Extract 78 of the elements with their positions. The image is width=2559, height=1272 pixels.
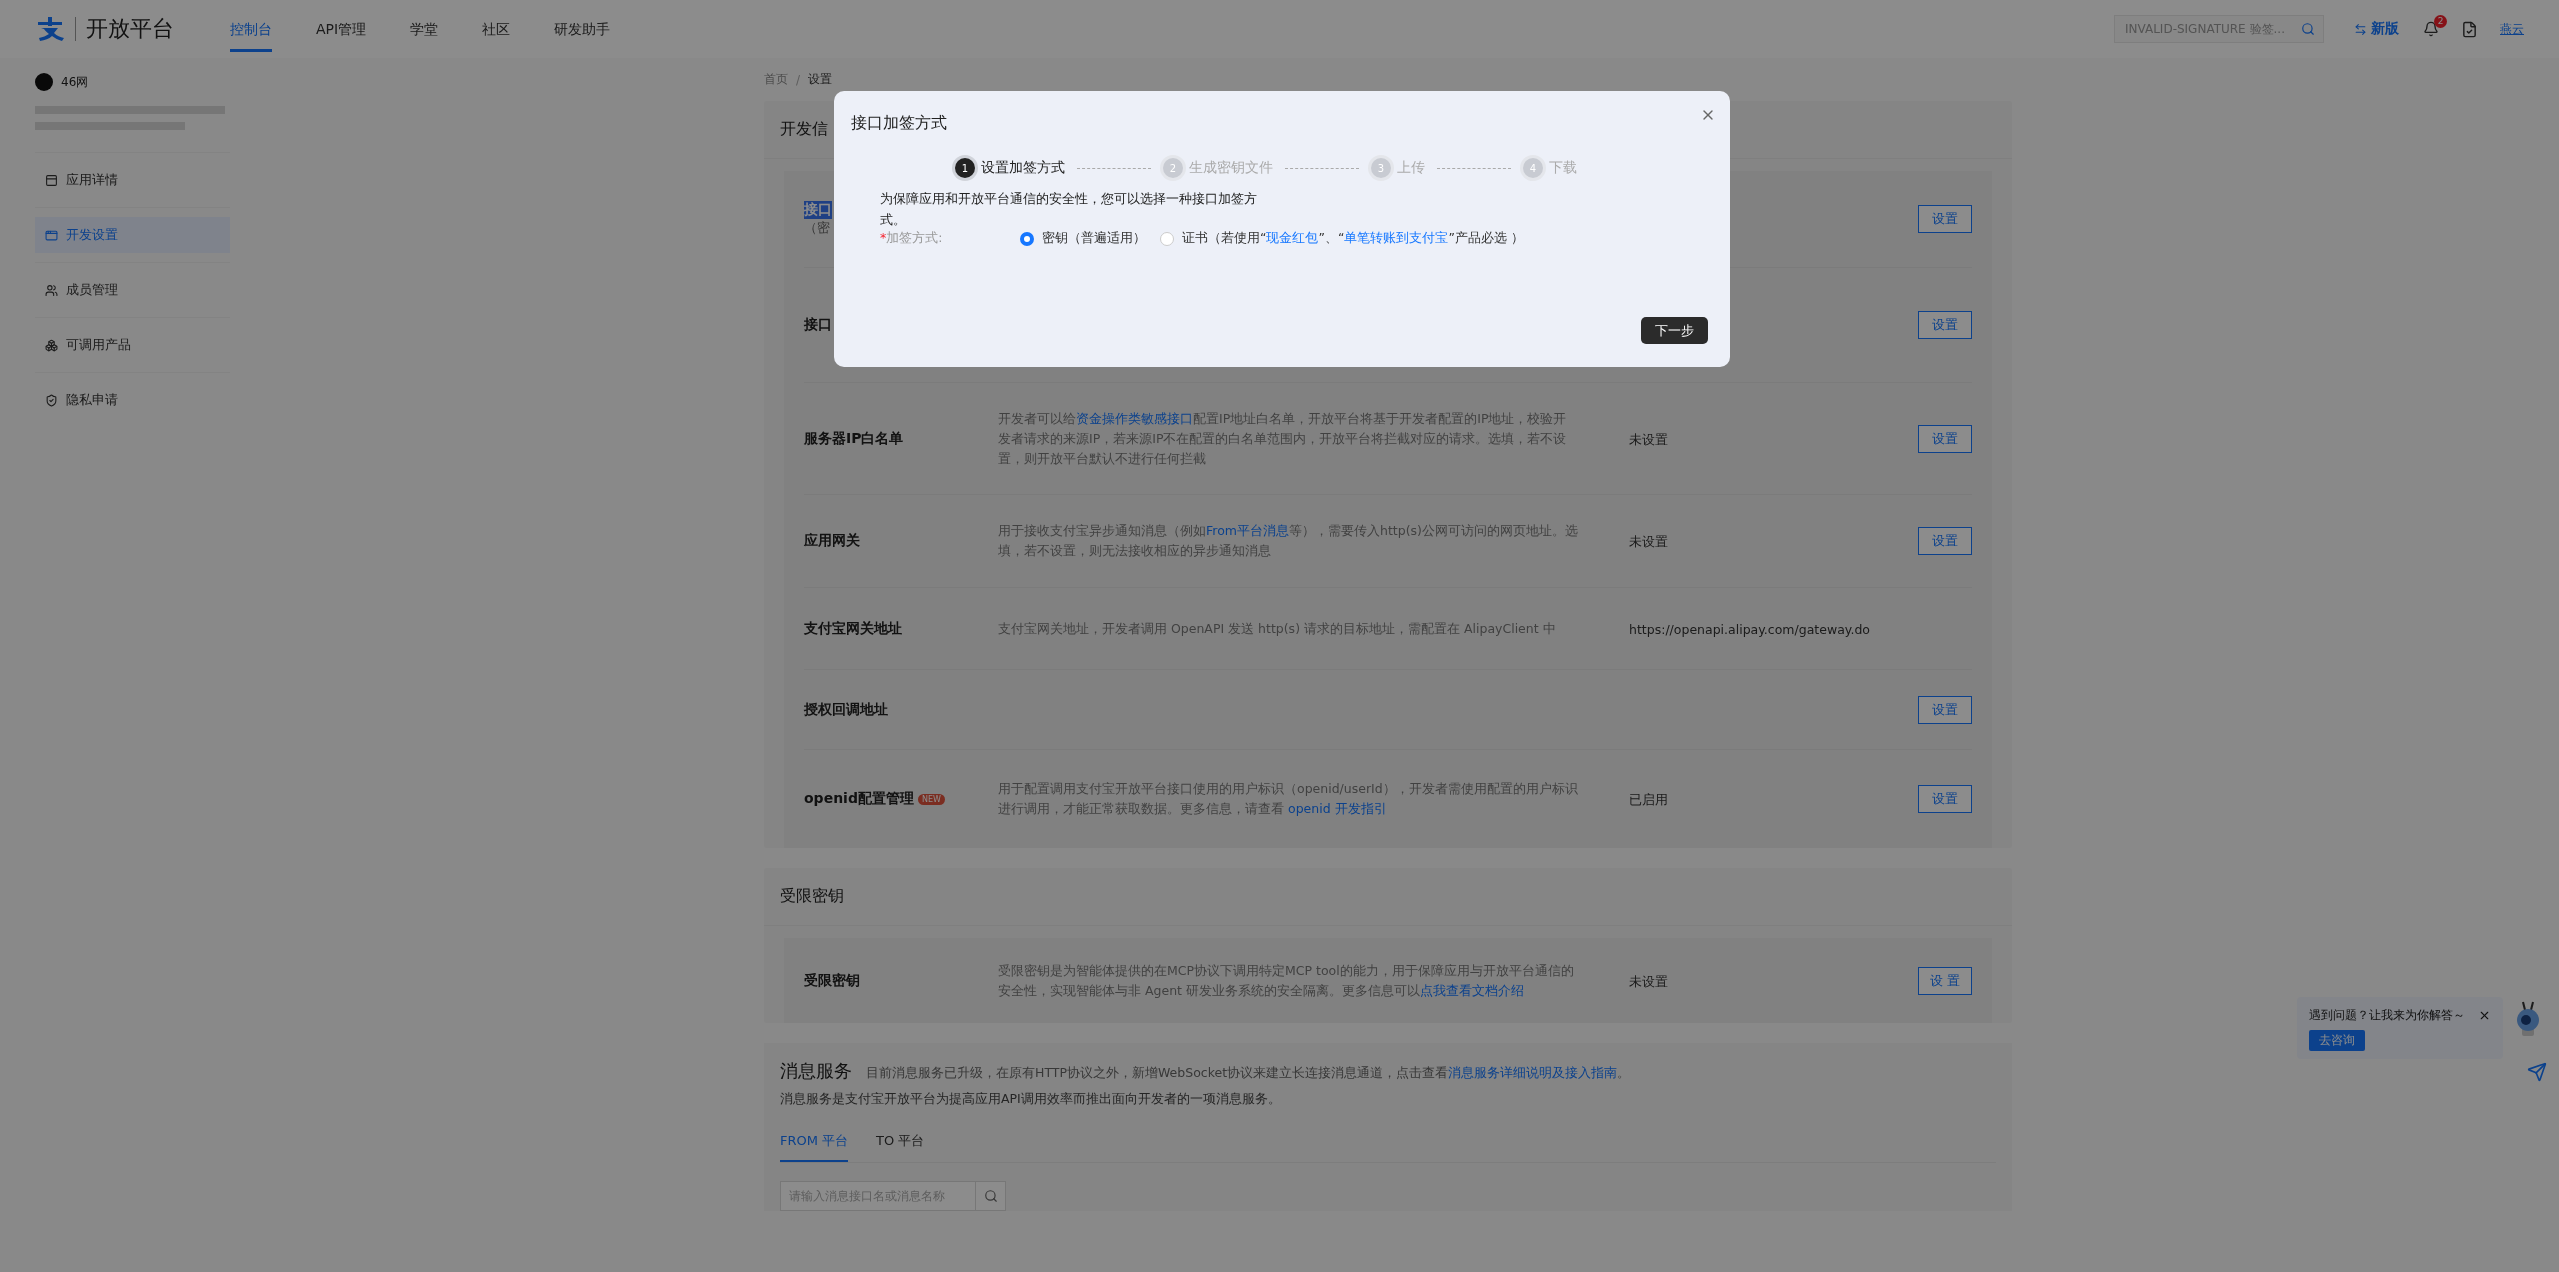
link[interactable]: 单笔转账到支付宝 [1344,230,1449,245]
row-note: （密 [804,219,830,237]
breadcrumb-item[interactable]: 设置 [808,71,833,88]
step-number: 1 [955,158,975,178]
nav-tab[interactable]: 研发助手 [554,6,611,52]
row-label: 应用网关 [804,532,860,550]
row-label: 受限密钥 [804,971,860,990]
row-value: 未设置 [1629,431,1668,447]
radio-button[interactable] [1020,231,1034,246]
row-value: https://openapi.alipay.com/gateway.do [1629,622,1870,637]
section-title: 受限密钥 [764,868,2012,926]
settings-button[interactable]: 设置 [1918,785,1972,813]
search-icon[interactable] [2301,22,2315,36]
tab[interactable]: FROM 平台 [780,1126,849,1162]
breadcrumb-separator: / [796,72,801,87]
settings-button[interactable]: 设置 [1918,311,1972,339]
option-label: 密钥（普遍适用） [1042,230,1146,247]
row-label: openid配置管理 [804,790,914,808]
field-label: *加签方式: [880,230,944,247]
sidebar-item[interactable]: 成员管理 [35,272,230,308]
nav-tab[interactable]: 社区 [482,6,511,52]
consult-button[interactable]: 去咨询 [2309,1030,2365,1051]
radio-button[interactable] [1160,231,1174,246]
step-label: 生成密钥文件 [1189,159,1273,177]
help-message: 遇到问题？让我来为你解答～ [2309,1007,2465,1024]
dialog-title: 接口加签方式 [851,113,948,134]
breadcrumb-item[interactable]: 首页 [764,71,788,88]
new-version-link[interactable]: 新版 [2354,20,2399,38]
sidebar-item[interactable]: 开发设置 [35,217,230,253]
nav-tab[interactable]: 控制台 [230,6,272,52]
tab[interactable]: TO 平台 [876,1126,925,1162]
close-icon[interactable] [2478,1009,2491,1022]
row-label: 支付宝网关地址 [804,619,902,638]
settings-button[interactable]: 设置 [1918,424,1972,453]
user-link[interactable]: 燕云 [2500,20,2524,38]
row-label: 接口 [804,201,832,219]
row-description: 受限密钥是为智能体提供的在MCP协议下调用特定MCP tool的能力，用于保障应用与开放平台通信的安全性，实现智能体与非 Agent 研发业务系统的安全隔离。更多信息可以点我查看文档介绍 [998,961,1575,1000]
settings-button[interactable]: 设置 [1918,695,1972,724]
sidebar-item[interactable]: 隐私申请 [35,382,230,418]
step-label: 上传 [1397,159,1425,177]
settings-button[interactable]: 设置 [1918,205,1972,233]
bell-icon[interactable] [2423,21,2439,37]
document-check-icon[interactable] [2461,20,2478,38]
link[interactable]: 资金操作类敏感接口 [1076,410,1193,426]
app-avatar [35,73,53,91]
link[interactable]: 消息服务详细说明及接入指南 [1448,1065,1618,1080]
step-label: 下载 [1549,159,1577,177]
settings-button[interactable]: 设置 [1918,527,1972,555]
link[interactable]: 现金红包 [1266,230,1319,245]
step-label: 设置加签方式 [981,159,1065,177]
nav-tab[interactable]: API管理 [316,6,367,52]
row-label: 授权回调地址 [804,700,888,719]
row-label: 服务器IP白名单 [804,429,904,448]
section-title: 消息服务 [780,1059,852,1083]
app-name: 46网 [61,73,89,91]
switch-icon [2354,22,2367,36]
logo-icon [35,16,65,42]
sidebar-item[interactable]: 可调用产品 [35,327,230,363]
row-description: 开发者可以给资金操作类敏感接口配置IP地址白名单，开放平台将基于开发者配置的IP地址，校验开发者请求的来源IP，若来源IP不在配置的白名单范围内，开放平台将拦截对应的请求。选填，若不设置，则开放平台默认不进行任何拦截 [998,409,1568,468]
notification-count: 2 [2434,15,2447,28]
paper-plane-icon[interactable] [2527,1062,2547,1082]
row-label: 接口 [804,316,832,334]
logo-text: 开放平台 [75,17,174,41]
row-value: 已启用 [1629,792,1668,807]
dialog-description: 为保障应用和开放平台通信的安全性，您可以选择一种接口加签方式。 [880,190,1258,229]
row-value: 未设置 [1629,973,1668,989]
notice-text: 目前消息服务已升级，在原有HTTP协议之外，新增WebSocket协议来建立长连接消息通道，点击查看消息服务详细说明及接入指南。 [866,1065,1631,1082]
link[interactable]: openid 开发指引 [1288,801,1387,816]
search-icon [983,1189,998,1203]
new-badge: NEW [917,793,945,805]
row-value: 未设置 [1629,534,1668,549]
link[interactable]: From平台消息 [1206,523,1289,538]
nav-tab[interactable]: 学堂 [410,6,439,52]
next-button[interactable]: 下一步 [1641,317,1708,344]
sidebar-item[interactable]: 应用详情 [35,162,230,198]
radio-option[interactable]: 密钥（普遍适用） [1020,230,1146,247]
settings-button[interactable]: 设 置 [1918,966,1972,995]
link[interactable]: 点我查看文档介绍 [1419,982,1524,998]
